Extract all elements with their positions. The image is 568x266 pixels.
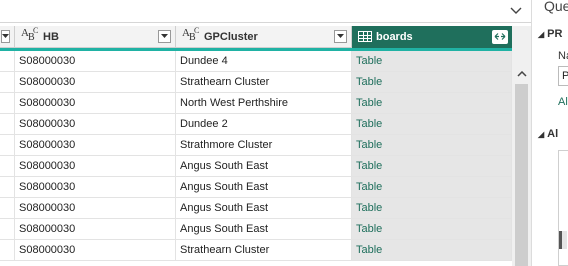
table-row[interactable]: S08000030 Strathearn Cluster Table xyxy=(0,240,512,261)
row-number-cell[interactable] xyxy=(0,51,15,71)
section-label: PR xyxy=(547,28,563,40)
column-label: GPCluster xyxy=(204,30,258,43)
column-label: HB xyxy=(43,30,59,43)
all-properties-link[interactable]: Al xyxy=(558,96,568,108)
hb-cell[interactable]: S08000030 xyxy=(15,51,176,71)
table-row[interactable]: S08000030 Dundee 4 Table xyxy=(0,51,512,72)
row-number-cell[interactable] xyxy=(0,177,15,197)
row-number-cell[interactable] xyxy=(0,240,15,260)
applied-steps-section[interactable]: ◢ Al xyxy=(538,128,558,140)
row-number-cell[interactable] xyxy=(0,135,15,155)
column-filter-dropdown[interactable] xyxy=(158,30,171,43)
gpcluster-cell[interactable]: Angus South East xyxy=(176,198,352,218)
boards-table-link[interactable]: Table xyxy=(352,219,512,239)
hb-cell[interactable]: S08000030 xyxy=(15,135,176,155)
gpcluster-cell[interactable]: Angus South East xyxy=(176,177,352,197)
caret-down-icon: ◢ xyxy=(538,130,545,139)
boards-table-link[interactable]: Table xyxy=(352,135,512,155)
hb-cell[interactable]: S08000030 xyxy=(15,177,176,197)
name-label: Na xyxy=(558,50,568,62)
hb-cell[interactable]: S08000030 xyxy=(15,240,176,260)
pane-title: Que xyxy=(544,0,568,14)
table-type-icon xyxy=(358,31,372,42)
table-row[interactable]: S08000030 Angus South East Table xyxy=(0,177,512,198)
table-row[interactable]: S08000030 Angus South East Table xyxy=(0,198,512,219)
gpcluster-cell[interactable]: Dundee 4 xyxy=(176,51,352,71)
table-row[interactable]: S08000030 North West Perthshire Table xyxy=(0,93,512,114)
gpcluster-cell[interactable]: Strathearn Cluster xyxy=(176,72,352,92)
boards-table-link[interactable]: Table xyxy=(352,93,512,113)
gpcluster-cell[interactable]: Angus South East xyxy=(176,219,352,239)
boards-table-link[interactable]: Table xyxy=(352,240,512,260)
column-header-boards[interactable]: boards xyxy=(352,26,512,48)
hb-cell[interactable]: S08000030 xyxy=(15,198,176,218)
grid-body: S08000030 Dundee 4 Table S08000030 Strathear… xyxy=(0,51,512,261)
chevron-down-icon[interactable] xyxy=(1,30,10,43)
hb-cell[interactable]: S08000030 xyxy=(15,156,176,176)
row-number-cell[interactable] xyxy=(0,72,15,92)
hb-cell[interactable]: S08000030 xyxy=(15,93,176,113)
row-number-cell[interactable] xyxy=(0,93,15,113)
column-header-gpcluster[interactable]: ABC GPCluster xyxy=(176,26,352,48)
applied-steps-list xyxy=(558,150,568,266)
hb-cell[interactable]: S08000030 xyxy=(15,219,176,239)
vertical-scrollbar[interactable] xyxy=(512,26,531,266)
boards-table-link[interactable]: Table xyxy=(352,51,512,71)
chevron-down-icon[interactable] xyxy=(507,2,525,20)
text-type-icon[interactable]: ABC xyxy=(182,26,200,45)
query-settings-pane: Que ◢PR Na P Al ◢Al xyxy=(531,0,568,266)
hb-cell[interactable]: S08000030 xyxy=(15,114,176,134)
formula-bar[interactable] xyxy=(0,0,531,23)
gpcluster-cell[interactable]: Strathearn Cluster xyxy=(176,240,352,260)
gpcluster-cell[interactable]: Strathmore Cluster xyxy=(176,135,352,155)
row-number-cell[interactable] xyxy=(0,219,15,239)
name-field[interactable]: P xyxy=(558,66,568,86)
caret-down-icon: ◢ xyxy=(538,30,545,39)
scroll-up-icon[interactable] xyxy=(512,66,531,82)
gpcluster-cell[interactable]: Dundee 2 xyxy=(176,114,352,134)
table-row[interactable]: S08000030 Angus South East Table xyxy=(0,156,512,177)
scrollbar-thumb[interactable] xyxy=(515,84,528,266)
gpcluster-cell[interactable]: North West Perthshire xyxy=(176,93,352,113)
section-label: Al xyxy=(547,128,559,140)
row-header-corner xyxy=(0,26,15,48)
table-row[interactable]: S08000030 Dundee 2 Table xyxy=(0,114,512,135)
column-filter-dropdown[interactable] xyxy=(334,30,347,43)
hb-cell[interactable]: S08000030 xyxy=(15,72,176,92)
expand-column-button[interactable] xyxy=(492,29,508,44)
text-type-icon[interactable]: ABC xyxy=(21,26,39,45)
delete-step-icon[interactable] xyxy=(559,231,567,249)
row-number-cell[interactable] xyxy=(0,198,15,218)
properties-section[interactable]: ◢ PR xyxy=(538,28,562,40)
table-row[interactable]: S08000030 Strathearn Cluster Table xyxy=(0,72,512,93)
column-header-hb[interactable]: ABC HB xyxy=(15,26,176,48)
boards-table-link[interactable]: Table xyxy=(352,177,512,197)
gpcluster-cell[interactable]: Angus South East xyxy=(176,156,352,176)
boards-table-link[interactable]: Table xyxy=(352,114,512,134)
boards-table-link[interactable]: Table xyxy=(352,72,512,92)
table-row[interactable]: S08000030 Angus South East Table xyxy=(0,219,512,240)
row-number-cell[interactable] xyxy=(0,156,15,176)
boards-table-link[interactable]: Table xyxy=(352,156,512,176)
boards-table-link[interactable]: Table xyxy=(352,198,512,218)
table-row[interactable]: S08000030 Strathmore Cluster Table xyxy=(0,135,512,156)
row-number-cell[interactable] xyxy=(0,114,15,134)
column-label: boards xyxy=(376,30,413,43)
